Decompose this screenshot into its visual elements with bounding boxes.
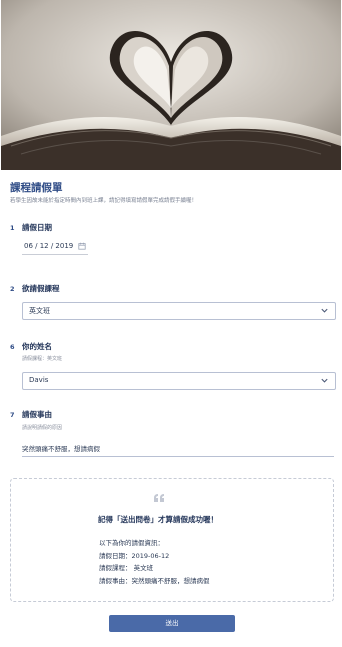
summary-title: 記得「送出問卷」才算請假成功喔！ [98,515,218,524]
leave-reason-value: 突然頭痛不舒服，想請病假 [22,445,100,453]
summary-line: 請假事由：突然頭痛不舒服，想請病假 [99,577,210,585]
question-sub-reason: 請說明請假的原因 [22,425,63,431]
summary-line: 以下為你的請假資訊： [99,539,164,547]
question-label-reason: 請假事由 [22,410,52,419]
question-sub-name: 請假課程：英文班 [22,356,63,362]
question-number: 6 [10,343,15,351]
chevron-down-icon [321,308,328,313]
question-number: 2 [10,285,15,293]
course-select-value: 英文班 [29,307,50,315]
question-number: 1 [10,224,15,232]
leave-date-value: 06 / 12 / 2019 [24,242,74,250]
submit-button[interactable]: 送出 [109,615,235,632]
name-select[interactable]: Davis [22,372,336,390]
course-select[interactable]: 英文班 [22,302,336,320]
question-number: 7 [10,411,15,419]
quote-icon [154,494,164,502]
form-description: 若學生因故未能於指定時間內到班上課，請記得填寫請假單完成請假手續喔！ [10,198,198,204]
calendar-icon[interactable] [78,242,86,250]
summary-line: 請假課程： 英文班 [99,564,154,572]
form-title: 課程請假單 [10,182,63,194]
name-select-value: Davis [29,376,49,384]
form-page: 課程請假單 若學生因故未能於指定時間內到班上課，請記得填寫請假單完成請假手續喔！… [0,0,342,647]
hero-image-book-heart [1,0,341,170]
chevron-down-icon [321,378,328,383]
question-label-leave-date: 請假日期 [22,223,52,232]
leave-reason-input[interactable]: 突然頭痛不舒服，想請病假 [22,438,334,457]
summary-line: 請假日期：2019-06-12 [99,552,170,560]
question-label-name: 你的姓名 [22,342,52,351]
question-label-course: 欲請假課程 [22,284,60,293]
